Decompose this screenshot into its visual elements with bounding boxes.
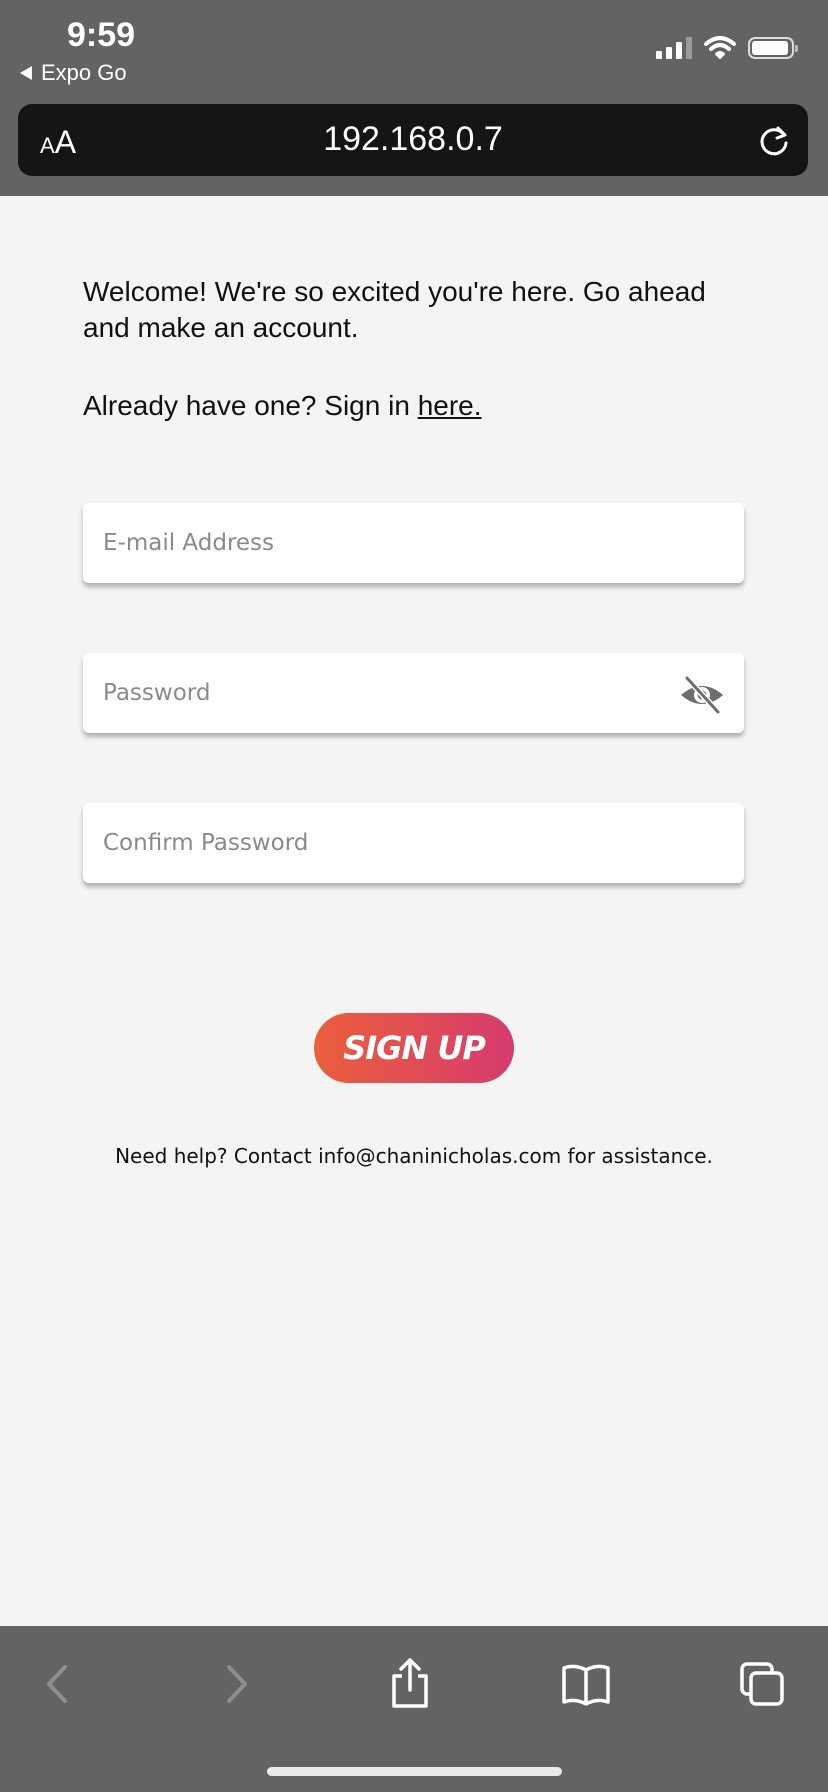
book-icon xyxy=(562,1664,610,1706)
signin-prefix: Already have one? Sign in xyxy=(83,390,418,421)
status-time: 9:59 xyxy=(67,16,136,54)
back-to-app-button[interactable]: Expo Go xyxy=(20,60,127,86)
confirm-password-input[interactable] xyxy=(103,803,683,883)
sign-up-button[interactable]: SIGN UP xyxy=(314,1013,514,1083)
battery-icon xyxy=(748,37,798,59)
email-input[interactable] xyxy=(103,503,683,583)
eye-off-icon[interactable] xyxy=(678,675,726,715)
url-text[interactable]: 192.168.0.7 xyxy=(18,120,808,159)
back-app-label: Expo Go xyxy=(41,60,127,85)
forward-button[interactable] xyxy=(206,1654,266,1714)
password-input[interactable] xyxy=(103,653,683,733)
wifi-icon xyxy=(704,36,736,59)
browser-toolbar xyxy=(0,1626,828,1792)
tabs-button[interactable] xyxy=(732,1654,792,1714)
tabs-icon xyxy=(740,1662,784,1706)
email-field[interactable] xyxy=(83,503,744,583)
share-button[interactable] xyxy=(380,1654,440,1714)
welcome-text: Welcome! We're so excited you're here. G… xyxy=(83,276,706,343)
chevron-right-icon xyxy=(227,1665,247,1703)
home-indicator[interactable] xyxy=(267,1767,562,1776)
password-field[interactable] xyxy=(83,653,744,733)
signal-icon xyxy=(656,37,692,59)
reload-icon[interactable] xyxy=(756,123,792,159)
bookmarks-button[interactable] xyxy=(556,1654,616,1714)
confirm-password-field[interactable] xyxy=(83,803,744,883)
signin-link[interactable]: here. xyxy=(418,390,482,421)
chevron-left-icon xyxy=(47,1665,67,1703)
back-button[interactable] xyxy=(28,1654,88,1714)
signin-prompt: Already have one? Sign in here. xyxy=(83,388,482,424)
status-icons xyxy=(656,36,798,60)
share-icon xyxy=(392,1658,428,1708)
status-and-url-bar: 9:59 Expo Go A A 192.168.0.7 xyxy=(0,0,828,196)
help-text: Need help? Contact info@chaninicholas.co… xyxy=(115,1144,713,1168)
url-bar[interactable]: A A 192.168.0.7 xyxy=(18,104,808,176)
back-triangle-icon xyxy=(20,66,32,80)
